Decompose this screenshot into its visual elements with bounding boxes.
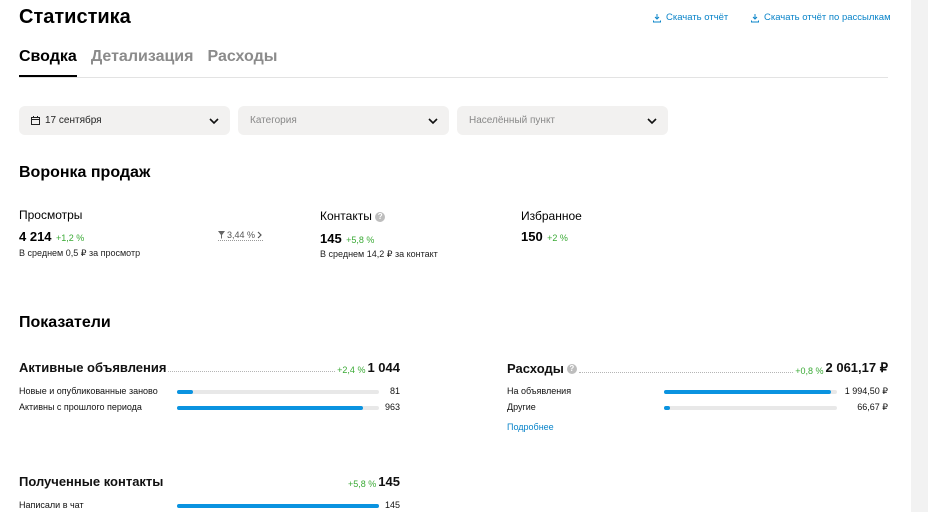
chevron-down-icon — [428, 117, 438, 124]
expenses-bar-track — [664, 406, 837, 410]
received-contacts-label: Полученные контакты — [19, 474, 164, 489]
chevron-down-icon — [209, 117, 219, 124]
active-ads-bar-fill — [177, 390, 193, 394]
expenses-value: 2 061,17 ₽ — [825, 360, 889, 375]
download-icon — [653, 13, 661, 22]
category-filter-placeholder: Категория — [250, 115, 297, 126]
active-ads-delta: +2,4 % — [337, 365, 366, 375]
expenses-row-label: На объявления — [507, 386, 572, 396]
tab-bar: Сводка Детализация Расходы — [19, 48, 277, 77]
active-ads-row-label: Новые и опубликованные заново — [19, 386, 158, 396]
contacts-average: В среднем 14,2 ₽ за контакт — [320, 249, 438, 259]
expenses-bar-fill — [664, 406, 670, 410]
received-contacts-value: 145 — [378, 474, 400, 489]
active-ads-row-value: 81 — [389, 386, 400, 396]
indicators-title: Показатели — [19, 314, 111, 331]
filter-funnel-icon — [218, 231, 225, 239]
page-scrollbar[interactable] — [911, 0, 928, 512]
download-icon — [751, 13, 759, 22]
favorites-value: 150 — [521, 229, 543, 244]
download-report-label: Скачать отчёт — [666, 12, 729, 23]
contacts-value: 145 — [320, 231, 342, 246]
views-value-row: 4 214 +1,2 % — [19, 228, 84, 246]
help-icon[interactable]: ? — [566, 364, 577, 374]
chevron-down-icon — [647, 117, 657, 124]
views-average: В среднем 0,5 ₽ за просмотр — [19, 248, 141, 258]
tab-expenses[interactable]: Расходы — [207, 48, 277, 77]
dotted-leader — [168, 371, 336, 372]
received-contacts-row-value: 145 — [384, 500, 400, 510]
expenses-header: Расходы ? +0,8 % 2 061,17 ₽ — [507, 360, 888, 376]
active-ads-header: Активные объявления +2,4 % 1 044 — [19, 360, 400, 375]
conversion-value: 3,44 % — [227, 230, 256, 240]
received-contacts-delta: +5,8 % — [348, 479, 377, 489]
conversion-link[interactable]: 3,44 % — [218, 230, 264, 241]
category-filter-select[interactable]: Категория — [238, 106, 449, 135]
tab-details[interactable]: Детализация — [91, 48, 194, 77]
contacts-label: Контакты — [320, 209, 372, 223]
tab-summary[interactable]: Сводка — [19, 48, 77, 77]
download-mailing-report-link[interactable]: Скачать отчёт по рассылкам — [750, 12, 891, 23]
active-ads-label: Активные объявления — [19, 360, 167, 375]
views-value: 4 214 — [19, 229, 52, 244]
expenses-row-value: 66,67 ₽ — [857, 402, 888, 412]
expenses-bar-fill — [664, 390, 832, 394]
received-contacts-header: Полученные контакты +5,8 % 145 — [19, 474, 400, 489]
help-icon[interactable]: ? — [375, 211, 386, 222]
expenses-more-link[interactable]: Подробнее — [507, 422, 554, 432]
expenses-row-label: Другие — [507, 402, 536, 412]
funnel-title: Воронка продаж — [19, 164, 151, 181]
page-title: Статистика — [19, 6, 131, 28]
chevron-right-icon — [257, 231, 262, 239]
expenses-row-value: 1 994,50 ₽ — [844, 386, 888, 396]
favorites-label: Избранное — [521, 209, 582, 223]
favorites-value-row: 150 +2 % — [521, 228, 568, 246]
locality-filter-select[interactable]: Населённый пункт — [457, 106, 668, 135]
expenses-label: Расходы — [507, 361, 564, 376]
active-ads-row-label: Активны с прошлого периода — [19, 402, 142, 412]
received-contacts-row-label: Написали в чат — [19, 500, 84, 510]
calendar-icon — [31, 116, 40, 125]
download-report-link[interactable]: Скачать отчёт — [652, 12, 728, 23]
dotted-leader — [578, 372, 794, 373]
date-filter-value: 17 сентября — [45, 115, 102, 126]
expenses-bar-track — [664, 390, 837, 394]
active-ads-row-value: 963 — [384, 402, 400, 412]
date-filter-select[interactable]: 17 сентября — [19, 106, 230, 135]
expenses-delta: +0,8 % — [795, 366, 824, 376]
views-delta: +1,2 % — [56, 233, 85, 243]
views-label: Просмотры — [19, 208, 83, 222]
active-ads-bar-fill — [177, 406, 364, 410]
contacts-delta: +5,8 % — [346, 235, 375, 245]
locality-filter-placeholder: Населённый пункт — [469, 115, 556, 126]
active-ads-value: 1 044 — [367, 360, 400, 375]
contacts-value-row: 145 +5,8 % — [320, 230, 374, 248]
contacts-label-row: Контакты ? — [320, 209, 386, 223]
download-mailing-report-label: Скачать отчёт по рассылкам — [764, 12, 891, 23]
tabs-divider — [19, 77, 888, 78]
favorites-delta: +2 % — [547, 233, 568, 243]
